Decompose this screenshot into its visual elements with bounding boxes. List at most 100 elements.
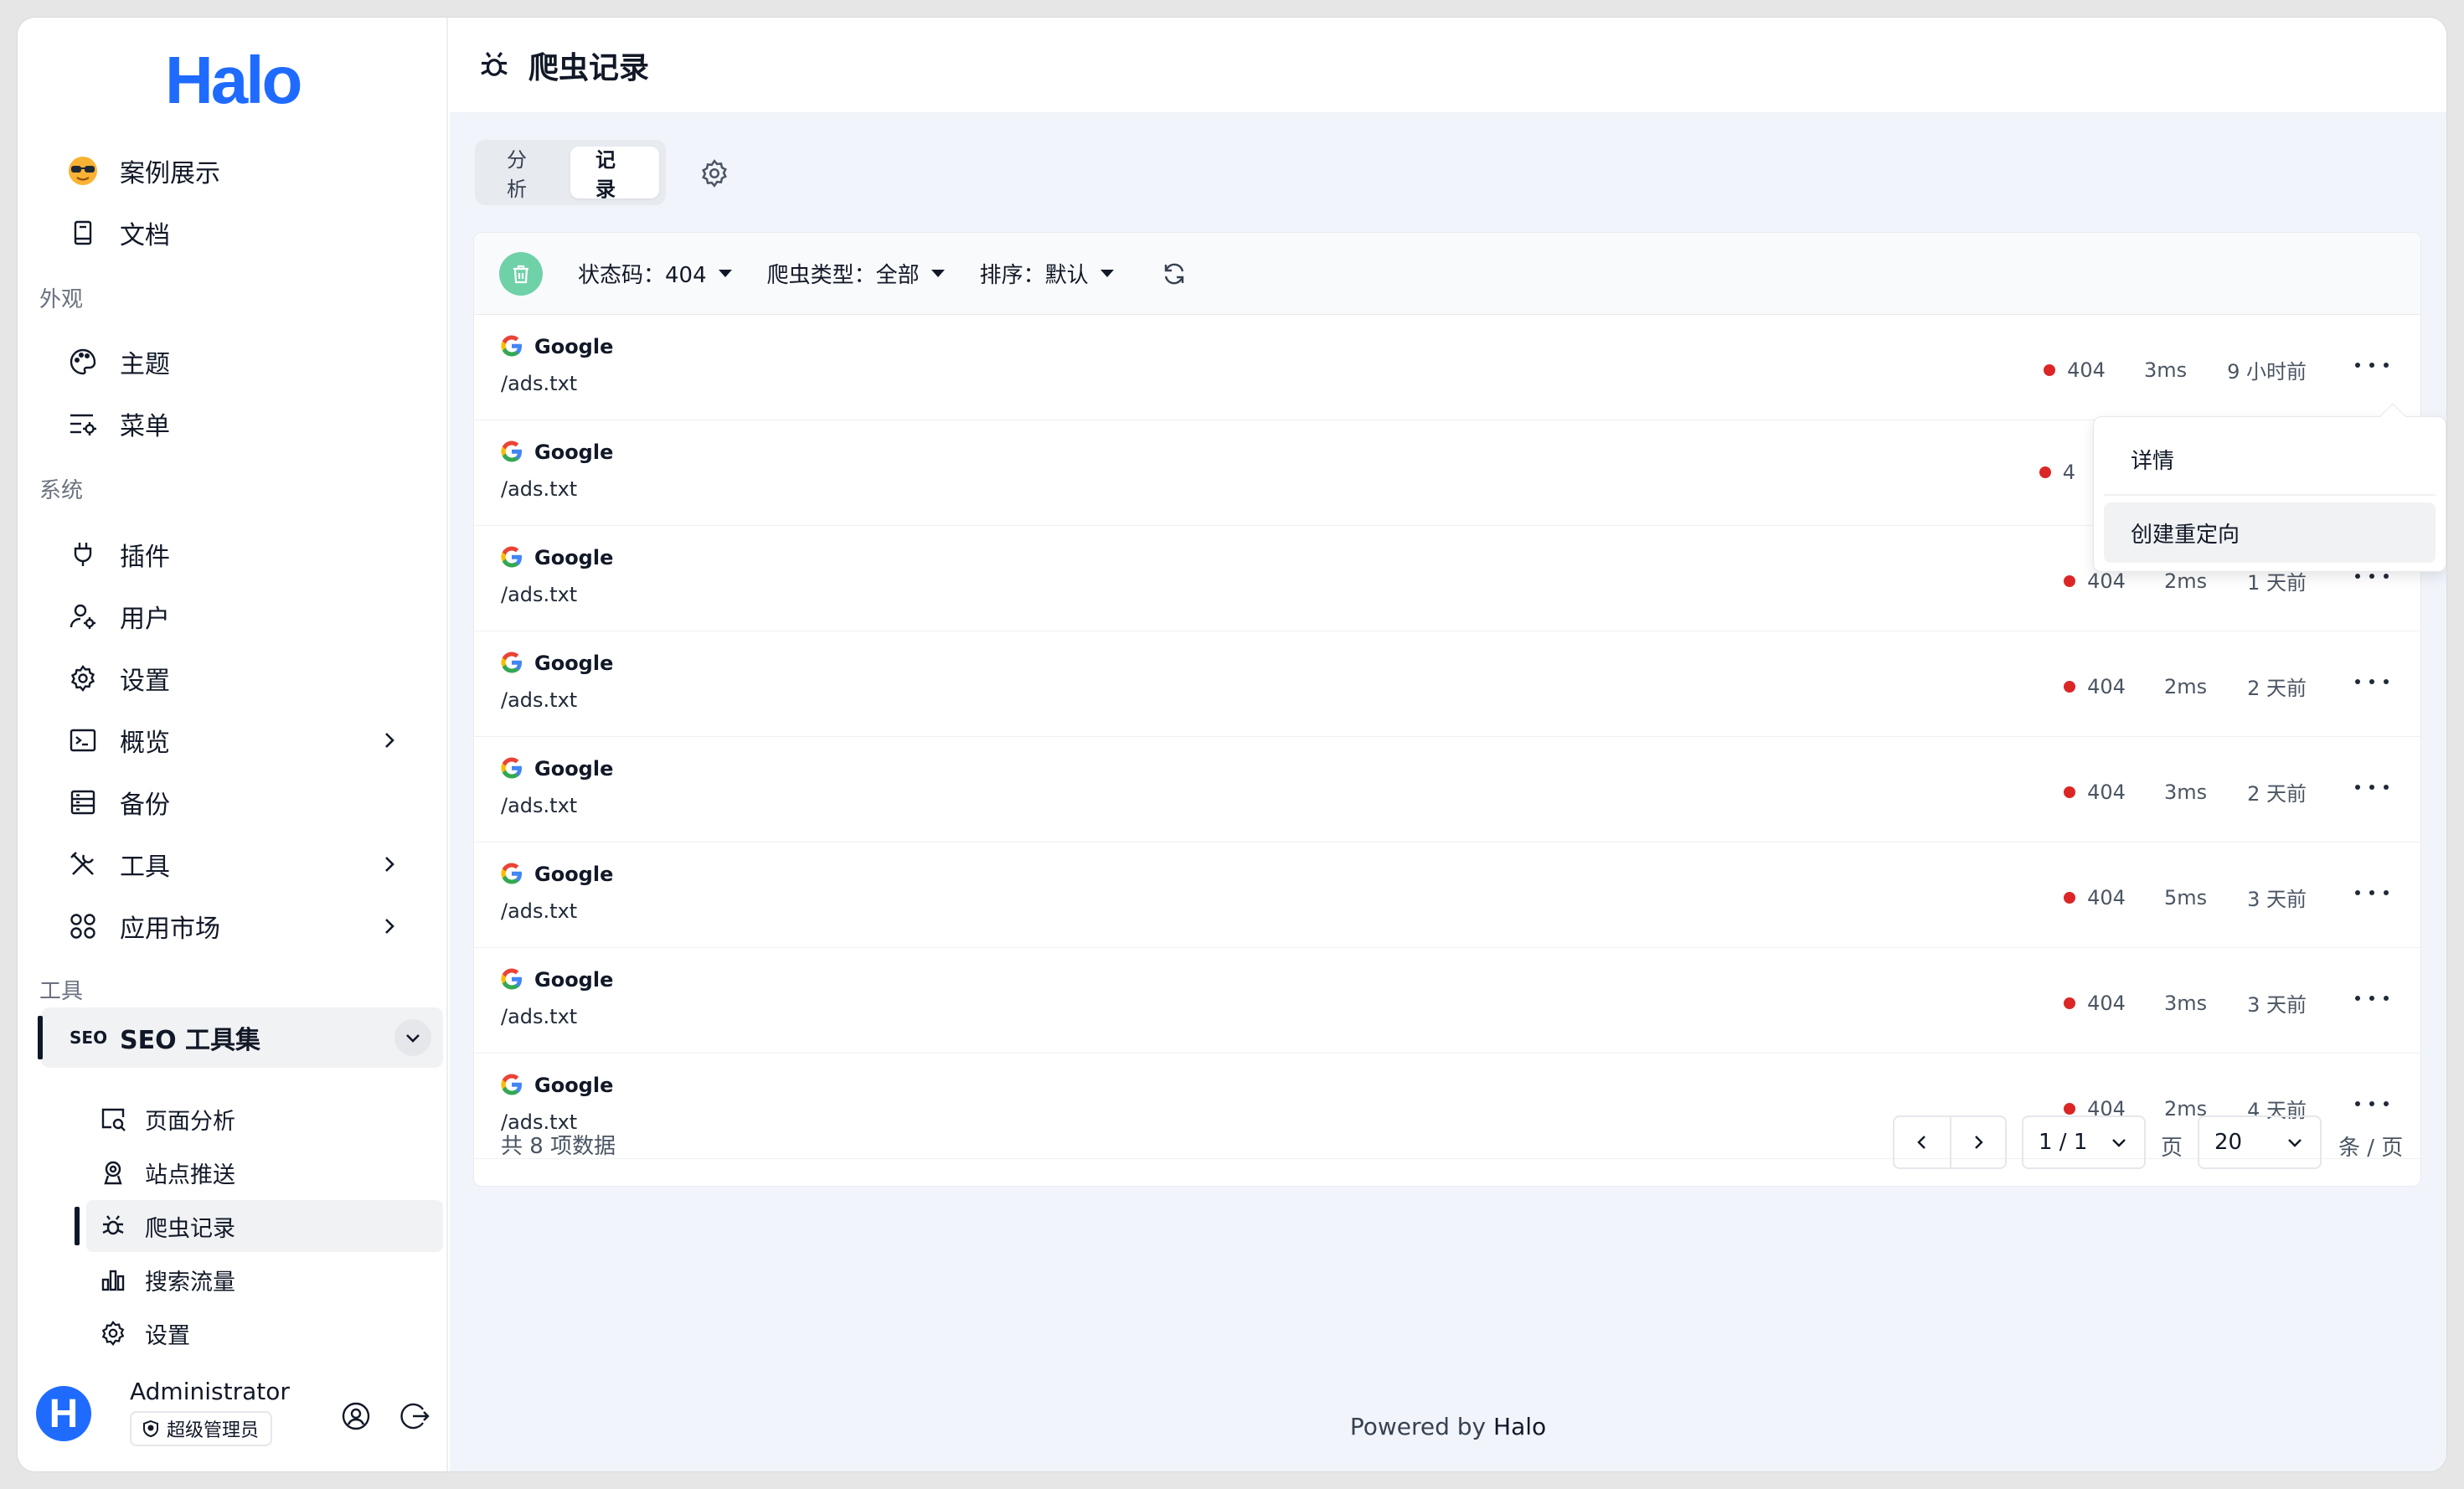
active-indicator: [38, 1016, 43, 1059]
sidebar-item-overview[interactable]: 概览: [41, 711, 426, 770]
sidebar-item-label: 插件: [120, 543, 170, 572]
more-options-icon[interactable]: [2355, 879, 2389, 906]
status-code-filter[interactable]: 状态码：404: [578, 258, 732, 289]
google-icon: [499, 333, 524, 358]
total-count: 共 8 项数据: [501, 1134, 616, 1159]
next-page-button[interactable]: [1949, 1117, 2005, 1167]
status-dot: [2064, 997, 2076, 1009]
sidebar-item-showcase[interactable]: 案例展示: [41, 142, 426, 200]
chevron-down-icon: [2107, 1131, 2131, 1154]
sidebar-item-app-market[interactable]: 应用市场: [41, 897, 426, 956]
request-path: /ads.txt: [501, 372, 578, 395]
trash-icon[interactable]: [499, 251, 543, 296]
relative-time: 9 小时前: [2227, 360, 2307, 384]
powered-by-brand[interactable]: Halo: [1493, 1413, 1546, 1440]
sidebar-item-label: 菜单: [120, 412, 170, 441]
sidebar-item-themes[interactable]: 主题: [41, 332, 426, 391]
avatar[interactable]: H: [36, 1386, 91, 1441]
tools-icon: [66, 848, 100, 881]
sidebar-item-users[interactable]: 用户: [41, 587, 426, 646]
menu-item-details[interactable]: 详情: [2104, 429, 2436, 489]
chevron-down-icon[interactable]: [394, 1019, 431, 1056]
sidebar-subitem-seo-settings[interactable]: 设置: [86, 1307, 443, 1359]
user-name: Administrator: [130, 1378, 290, 1405]
status-dot: [2064, 680, 2076, 693]
page-unit: 页: [2161, 1136, 2183, 1161]
active-indicator: [75, 1207, 80, 1245]
record-row[interactable]: Google /ads.txt 404 3ms 3 天前: [474, 948, 2420, 1054]
sidebar-subitem-page-analysis[interactable]: 页面分析: [86, 1093, 443, 1145]
tab-analysis[interactable]: 分析: [482, 147, 570, 201]
page-size-select[interactable]: 20: [2198, 1115, 2322, 1169]
sidebar-subitem-site-push[interactable]: 站点推送: [86, 1146, 443, 1198]
logout-icon[interactable]: [398, 1399, 431, 1433]
sidebar-item-label: 案例展示: [120, 159, 220, 188]
sidebar-subitem-label: 站点推送: [145, 1162, 235, 1188]
sidebar-subitem-crawler-records[interactable]: 爬虫记录: [75, 1200, 443, 1252]
halo-logo[interactable]: Halo: [165, 43, 316, 118]
sunglasses-emoji-icon: [66, 154, 100, 188]
sidebar-subitem-label: 设置: [145, 1322, 190, 1349]
webcam-icon: [98, 1157, 128, 1188]
sidebar-group-seo-tools[interactable]: SEO SEO 工具集: [38, 1007, 443, 1068]
more-options-icon[interactable]: [2355, 668, 2389, 695]
chevron-right-icon[interactable]: [376, 851, 403, 878]
crawler-name: Google: [534, 441, 614, 464]
sidebar-subitem-label: 爬虫记录: [145, 1215, 235, 1242]
role-label: 超级管理员: [167, 1420, 260, 1441]
status-code: 404: [2087, 674, 2126, 698]
status-dot: [2039, 466, 2051, 478]
sidebar: Halo 案例展示 文档 外观 主题 菜单 系统 插件 用户 设置 概览 备份 …: [18, 18, 448, 1471]
sidebar-item-docs[interactable]: 文档: [41, 204, 426, 262]
sort-filter[interactable]: 排序：默认: [980, 258, 1114, 289]
sidebar-item-backup[interactable]: 备份: [41, 773, 426, 832]
refresh-icon[interactable]: [1157, 257, 1191, 291]
profile-icon[interactable]: [339, 1399, 373, 1433]
menu-item-create-redirect[interactable]: 创建重定向: [2104, 502, 2436, 563]
sidebar-item-plugins[interactable]: 插件: [41, 525, 426, 584]
tab-records[interactable]: 记录: [570, 147, 659, 201]
menu-settings-icon: [66, 407, 100, 441]
sidebar-item-tools[interactable]: 工具: [41, 835, 426, 894]
sidebar-item-label: 用户: [120, 605, 170, 634]
sidebar-subitem-search-traffic[interactable]: 搜索流量: [86, 1254, 443, 1306]
request-path: /ads.txt: [501, 688, 578, 712]
record-row[interactable]: Google /ads.txt 404 3ms 2 天前: [474, 737, 2420, 842]
google-icon: [499, 439, 524, 464]
sidebar-subitem-label: 页面分析: [145, 1108, 235, 1135]
record-meta: 4: [2039, 461, 2075, 484]
relative-time: 2 天前: [2247, 782, 2307, 806]
duration: 3ms: [2163, 991, 2208, 1015]
record-row[interactable]: Google /ads.txt 404 2ms 2 天前: [474, 631, 2420, 737]
filter-label: 状态码：404: [578, 263, 707, 288]
more-options-icon[interactable]: [2355, 774, 2389, 801]
record-meta: 404 5ms 3 天前: [2064, 883, 2307, 912]
filter-label: 排序：默认: [979, 263, 1089, 288]
apps-grid-icon: [66, 909, 100, 943]
page-size-unit: 条 / 页: [2338, 1136, 2404, 1161]
page-select[interactable]: 1 / 1: [2022, 1115, 2146, 1169]
row-actions-dropdown: 详情 创建重定向: [2093, 403, 2446, 572]
page-title: 爬虫记录: [528, 50, 650, 85]
prev-page-button[interactable]: [1894, 1117, 1950, 1167]
duration: 5ms: [2163, 885, 2208, 909]
relative-time: 3 天前: [2247, 993, 2307, 1017]
chevron-right-icon[interactable]: [376, 913, 403, 940]
chevron-right-icon[interactable]: [376, 727, 403, 754]
crawler-type-filter[interactable]: 爬虫类型：全部: [767, 258, 945, 289]
record-row[interactable]: Google /ads.txt 404 3ms 9 小时前: [474, 315, 2420, 420]
gear-icon[interactable]: [698, 157, 731, 190]
crawler-name: Google: [534, 652, 614, 675]
sidebar-item-settings[interactable]: 设置: [41, 649, 426, 708]
sidebar-item-label: 应用市场: [120, 915, 220, 944]
record-row[interactable]: Google /ads.txt 404 5ms 3 天前: [474, 842, 2420, 948]
page-search-icon: [98, 1104, 128, 1134]
group-label-system: 系统: [39, 478, 84, 503]
status-code: 404: [2087, 780, 2126, 804]
terminal-icon: [66, 724, 100, 757]
user-gear-icon: [66, 600, 100, 633]
more-options-icon[interactable]: [2355, 352, 2389, 379]
sidebar-item-menus[interactable]: 菜单: [41, 394, 426, 453]
more-options-icon[interactable]: [2355, 985, 2389, 1012]
record-meta: 404 3ms 2 天前: [2064, 777, 2307, 806]
